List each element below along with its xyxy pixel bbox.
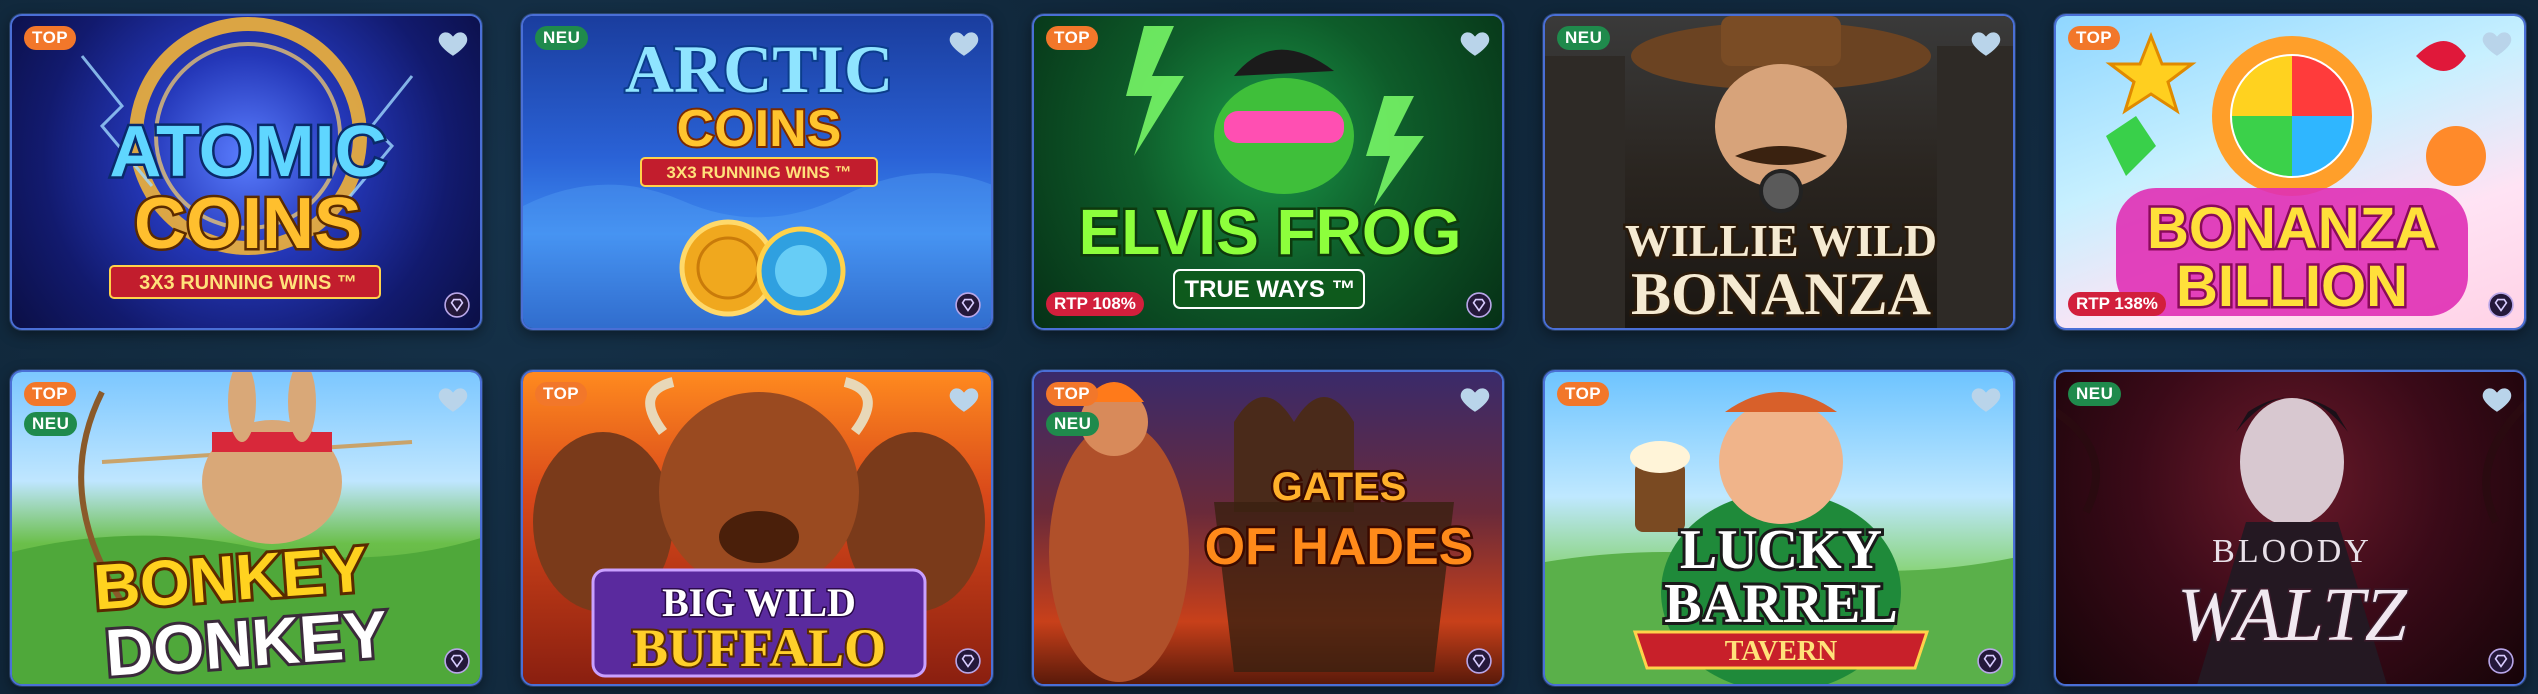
- badge-group: TOP: [535, 382, 588, 406]
- game-title-line1: ATOMIC: [109, 112, 386, 192]
- game-logo: BONKEY DONKEY: [88, 530, 392, 684]
- provider-diamond-icon: [444, 648, 470, 674]
- badge-group: NEU: [2068, 382, 2122, 406]
- provider-diamond-icon: [1466, 648, 1492, 674]
- badge-group: TOP NEU: [1046, 382, 1100, 436]
- heart-icon[interactable]: [947, 382, 981, 416]
- game-logo: ARCTIC COINS 3X3 RUNNING WINS ™: [623, 29, 895, 187]
- game-subtitle: 3X3 RUNNING WINS ™: [666, 163, 851, 182]
- game-title-line2: OF HADES: [1205, 518, 1474, 576]
- game-tile-bloody-waltz[interactable]: BLOODY WALTZ NEU: [2054, 370, 2526, 686]
- provider-diamond-icon: [1466, 292, 1492, 318]
- new-badge: NEU: [24, 412, 78, 436]
- game-subtitle: TRUE WAYS ™: [1184, 276, 1355, 303]
- game-title-line2: COINS: [134, 184, 362, 264]
- heart-icon[interactable]: [436, 382, 470, 416]
- heart-icon[interactable]: [1969, 382, 2003, 416]
- new-badge: NEU: [1557, 26, 1611, 50]
- game-logo: ATOMIC COINS 3X3 RUNNING WINS ™: [107, 110, 389, 299]
- provider-diamond-icon: [2488, 648, 2514, 674]
- heart-icon[interactable]: [2480, 382, 2514, 416]
- rtp-badge: RTP 138%: [2068, 292, 2166, 316]
- badge-group: NEU: [1557, 26, 1611, 50]
- game-title-line1: GATES: [1272, 465, 1407, 509]
- top-badge: TOP: [1557, 382, 1610, 406]
- game-title-line2: BUFFALO: [632, 618, 886, 678]
- game-logo: BONANZA BILLION: [2116, 188, 2468, 322]
- game-subtitle: TAVERN: [1725, 636, 1838, 667]
- game-title-line2: COINS: [677, 100, 842, 158]
- heart-icon[interactable]: [2480, 26, 2514, 60]
- top-badge: TOP: [24, 382, 77, 406]
- game-tile-atomic-coins[interactable]: ATOMIC COINS 3X3 RUNNING WINS ™ TOP: [10, 14, 482, 330]
- top-badge: TOP: [535, 382, 588, 406]
- badge-group: TOP: [24, 26, 77, 50]
- badge-group: TOP: [1046, 26, 1099, 50]
- game-logo: GATES OF HADES: [1202, 463, 1476, 579]
- game-title-line1: BONANZA: [2147, 196, 2437, 261]
- game-logo: BIG WILD BUFFALO: [591, 568, 927, 680]
- provider-diamond-icon: [444, 292, 470, 318]
- badge-group: TOP NEU: [24, 382, 78, 436]
- badge-group: TOP: [1557, 382, 1610, 406]
- game-title-line2: BARREL: [1664, 573, 1897, 635]
- game-title-line2: WALTZ: [2177, 573, 2407, 657]
- game-title-line1: BLOODY: [2212, 533, 2372, 570]
- top-badge: TOP: [24, 26, 77, 50]
- new-badge: NEU: [535, 26, 589, 50]
- game-tile-bonkey-donkey[interactable]: BONKEY DONKEY TOP NEU: [10, 370, 482, 686]
- new-badge: NEU: [2068, 382, 2122, 406]
- heart-icon[interactable]: [1969, 26, 2003, 60]
- badge-group: NEU: [535, 26, 589, 50]
- game-grid: ATOMIC COINS 3X3 RUNNING WINS ™ TOP ARCT…: [10, 14, 2530, 686]
- game-title-line2: BILLION: [2176, 254, 2408, 319]
- game-tile-gates-of-hades[interactable]: GATES OF HADES TOP NEU: [1032, 370, 1504, 686]
- game-tile-big-wild-buffalo[interactable]: BIG WILD BUFFALO TOP: [521, 370, 993, 686]
- top-badge: TOP: [2068, 26, 2121, 50]
- heart-icon[interactable]: [1458, 382, 1492, 416]
- game-tile-arctic-coins[interactable]: ARCTIC COINS 3X3 RUNNING WINS ™ NEU: [521, 14, 993, 330]
- game-tile-elvis-frog[interactable]: ELVIS FROG TRUE WAYS ™ TOP RTP 108%: [1032, 14, 1504, 330]
- game-logo: WILLIE WILD BONANZA: [1622, 213, 1939, 329]
- game-logo: LUCKY BARREL TAVERN: [1632, 516, 1930, 670]
- heart-icon[interactable]: [947, 26, 981, 60]
- top-badge: TOP: [1046, 382, 1099, 406]
- game-title-line1: ELVIS FROG: [1079, 196, 1462, 268]
- heart-icon[interactable]: [436, 26, 470, 60]
- badge-group: TOP: [2068, 26, 2121, 50]
- new-badge: NEU: [1046, 412, 1100, 436]
- provider-diamond-icon: [955, 292, 981, 318]
- provider-diamond-icon: [955, 648, 981, 674]
- provider-diamond-icon: [1977, 648, 2003, 674]
- rtp-badge: RTP 108%: [1046, 292, 1144, 316]
- game-title-line2: BONANZA: [1631, 261, 1931, 327]
- provider-diamond-icon: [2488, 292, 2514, 318]
- game-tile-lucky-barrel-tavern[interactable]: LUCKY BARREL TAVERN TOP: [1543, 370, 2015, 686]
- game-title-line1: WILLIE WILD: [1625, 215, 1937, 266]
- heart-icon[interactable]: [1458, 26, 1492, 60]
- game-title-line1: LUCKY: [1680, 519, 1882, 581]
- game-logo: BLOODY WALTZ: [2176, 533, 2409, 659]
- game-tile-bonanza-billion[interactable]: BONANZA BILLION TOP RTP 138%: [2054, 14, 2526, 330]
- top-badge: TOP: [1046, 26, 1099, 50]
- game-logo: ELVIS FROG TRUE WAYS ™: [1076, 194, 1464, 309]
- game-title-line1: ARCTIC: [625, 31, 893, 107]
- game-tile-willie-wild-bonanza[interactable]: WILLIE WILD BONANZA NEU: [1543, 14, 2015, 330]
- game-subtitle: 3X3 RUNNING WINS ™: [139, 272, 357, 294]
